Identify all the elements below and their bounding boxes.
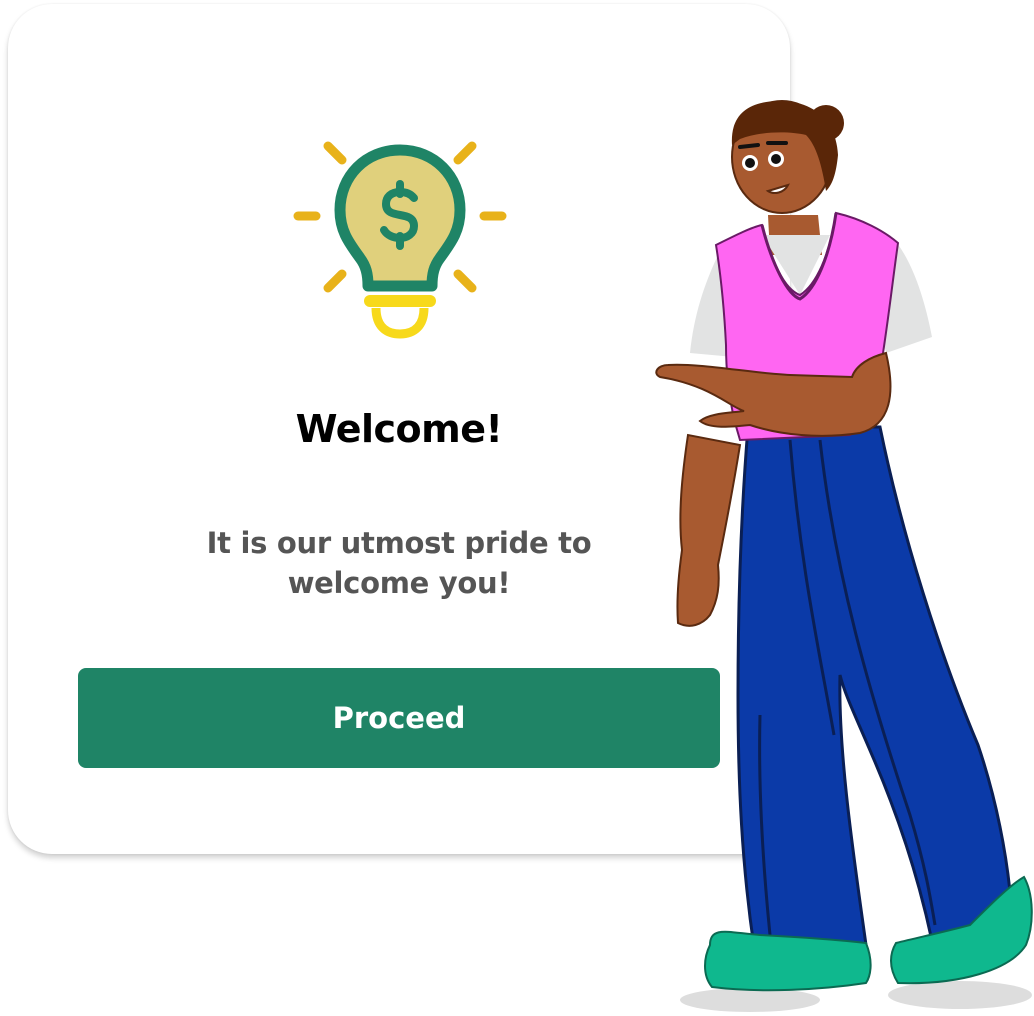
lightbulb-dollar-icon <box>293 141 507 339</box>
proceed-button[interactable]: Proceed <box>78 668 720 768</box>
person-pointing-illustration <box>655 100 1033 1012</box>
dialog-message: It is our utmost pride to welcome you! <box>206 526 592 600</box>
